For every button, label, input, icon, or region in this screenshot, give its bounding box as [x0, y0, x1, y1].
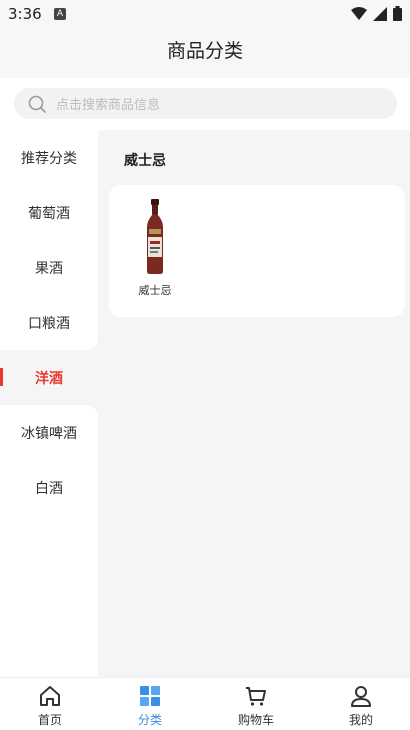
product-item[interactable]: 威士忌 — [125, 197, 185, 297]
user-icon — [351, 686, 371, 707]
status-bar: 3:36 A — [0, 0, 410, 28]
category-grid-icon — [140, 686, 160, 706]
tab-label: 购物车 — [237, 713, 274, 727]
sidebar-item-fruit-wine[interactable]: 果酒 — [0, 240, 98, 295]
sidebar-item-label: 洋酒 — [35, 370, 63, 387]
whisky-bottle-image — [147, 199, 163, 274]
tab-label: 我的 — [348, 713, 373, 727]
search-icon — [28, 95, 46, 113]
page-header: 商品分类 — [0, 28, 410, 78]
product-card: 威士忌 — [109, 185, 405, 317]
active-indicator — [0, 368, 3, 386]
status-time: 3:36 — [8, 5, 42, 23]
sidebar-item-label: 推荐分类 — [21, 150, 77, 167]
search-input[interactable]: 点击搜索商品信息 — [14, 88, 397, 119]
sidebar-item-daily-liquor[interactable]: 口粮酒 — [0, 295, 98, 350]
sidebar-item-label: 葡萄酒 — [28, 205, 70, 222]
sidebar-item-imported-liquor[interactable]: 洋酒 — [0, 350, 98, 405]
tab-cart[interactable]: 购物车 — [226, 684, 286, 728]
search-area: 点击搜索商品信息 — [0, 78, 410, 130]
sidebar-item-baijiu[interactable]: 白酒 — [0, 460, 98, 515]
category-content: 威士忌 威士忌 — [98, 130, 410, 677]
category-sidebar: 推荐分类 葡萄酒 果酒 口粮酒 洋酒 冰镇啤酒 白酒 — [0, 130, 98, 677]
battery-icon — [393, 6, 402, 21]
section-title: 威士忌 — [124, 153, 166, 169]
sidebar-item-wine[interactable]: 葡萄酒 — [0, 185, 98, 240]
sidebar-item-label: 果酒 — [35, 260, 63, 277]
search-placeholder: 点击搜索商品信息 — [56, 98, 161, 113]
sidebar-item-recommended[interactable]: 推荐分类 — [0, 130, 98, 185]
notification-icon: A — [54, 8, 66, 20]
tab-category[interactable]: 分类 — [120, 684, 180, 728]
wifi-icon — [351, 6, 367, 20]
cart-icon — [246, 687, 266, 706]
bottom-tab-bar: 首页 分类 购物车 我的 — [0, 677, 410, 730]
tab-label: 首页 — [37, 713, 62, 727]
page-title: 商品分类 — [166, 40, 243, 62]
tab-home[interactable]: 首页 — [20, 684, 80, 728]
system-icons — [351, 6, 402, 21]
product-name: 威士忌 — [138, 284, 172, 297]
tab-profile[interactable]: 我的 — [331, 684, 391, 728]
sidebar-item-label: 冰镇啤酒 — [21, 425, 77, 442]
sidebar-item-label: 口粮酒 — [28, 315, 70, 332]
sidebar-item-chilled-beer[interactable]: 冰镇啤酒 — [0, 405, 98, 460]
tab-label: 分类 — [137, 713, 162, 727]
home-icon — [40, 686, 60, 706]
signal-icon — [373, 6, 387, 21]
sidebar-item-label: 白酒 — [35, 480, 63, 497]
